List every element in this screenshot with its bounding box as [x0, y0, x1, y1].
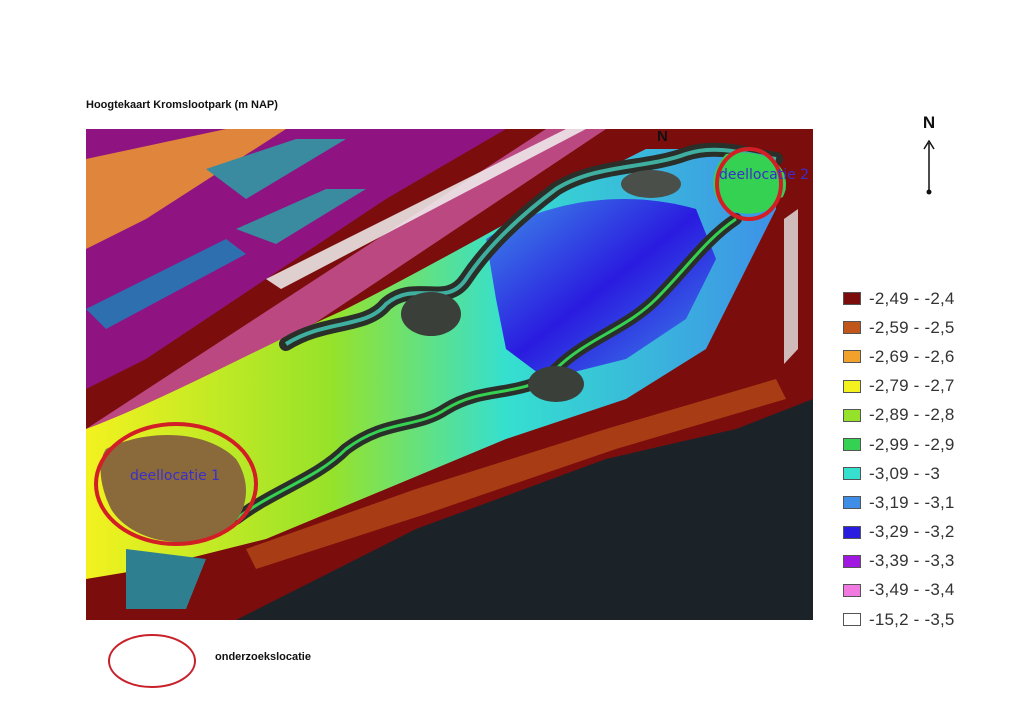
- legend-label: -2,79 - -2,7: [869, 376, 955, 396]
- elevation-map-canvas: [86, 129, 813, 620]
- legend-item: -3,39 - -3,3: [843, 547, 955, 576]
- legend-label: -15,2 - -3,5: [869, 609, 955, 629]
- legend-swatch: [843, 408, 861, 422]
- wet-area-3: [621, 170, 681, 198]
- north-arrow-icon: [923, 139, 935, 195]
- legend-label: -2,99 - -2,9: [869, 434, 955, 454]
- legend-swatch: [843, 525, 861, 539]
- legend-swatch: [843, 583, 861, 597]
- legend-item: -3,49 - -3,4: [843, 576, 955, 605]
- legend-label: -2,49 - -2,4: [869, 288, 955, 308]
- legend-item: -3,29 - -3,2: [843, 518, 955, 547]
- legend-swatch: [843, 613, 861, 627]
- elevation-map[interactable]: N deellocatie 1 deellocatie 2: [86, 129, 813, 620]
- legend-item: -2,79 - -2,7: [843, 372, 955, 401]
- legend-item: -2,89 - -2,8: [843, 401, 955, 430]
- onderzoekslocatie-key-icon: [108, 634, 196, 688]
- legend-swatch: [843, 321, 861, 335]
- legend-swatch: [843, 350, 861, 364]
- legend-label: -3,39 - -3,3: [869, 551, 955, 571]
- elevation-legend: -2,49 - -2,4 -2,59 - -2,5 -2,69 - -2,6 -…: [843, 284, 955, 634]
- legend-item: -3,19 - -3,1: [843, 488, 955, 517]
- legend-item: -15,2 - -3,5: [843, 605, 955, 634]
- legend-swatch: [843, 379, 861, 393]
- legend-label: -2,69 - -2,6: [869, 346, 955, 366]
- map-title: Hoogtekaart Kromslootpark (m NAP): [86, 99, 278, 111]
- wet-area-2: [528, 366, 584, 402]
- legend-item: -3,09 - -3: [843, 459, 955, 488]
- legend-swatch: [843, 292, 861, 306]
- legend-swatch: [843, 438, 861, 452]
- map-north-marker: N: [657, 129, 668, 145]
- legend-item: -2,99 - -2,9: [843, 430, 955, 459]
- label-deellocatie-1: deellocatie 1: [130, 468, 221, 484]
- east-dike-road: [784, 209, 798, 364]
- onderzoekslocatie-key-label: onderzoekslocatie: [215, 651, 311, 663]
- legend-label: -2,89 - -2,8: [869, 405, 955, 425]
- legend-item: -2,49 - -2,4: [843, 284, 955, 313]
- north-arrow: N: [912, 113, 946, 203]
- wet-area-1: [401, 292, 461, 336]
- legend-label: -3,09 - -3: [869, 463, 940, 483]
- legend-swatch: [843, 467, 861, 481]
- legend-label: -3,19 - -3,1: [869, 492, 955, 512]
- legend-item: -2,69 - -2,6: [843, 342, 955, 371]
- north-arrow-label: N: [922, 113, 936, 132]
- legend-label: -3,29 - -3,2: [869, 522, 955, 542]
- label-deellocatie-2: deellocatie 2: [719, 167, 810, 183]
- legend-swatch: [843, 496, 861, 510]
- legend-label: -3,49 - -3,4: [869, 580, 955, 600]
- legend-label: -2,59 - -2,5: [869, 317, 955, 337]
- legend-swatch: [843, 554, 861, 568]
- legend-item: -2,59 - -2,5: [843, 313, 955, 342]
